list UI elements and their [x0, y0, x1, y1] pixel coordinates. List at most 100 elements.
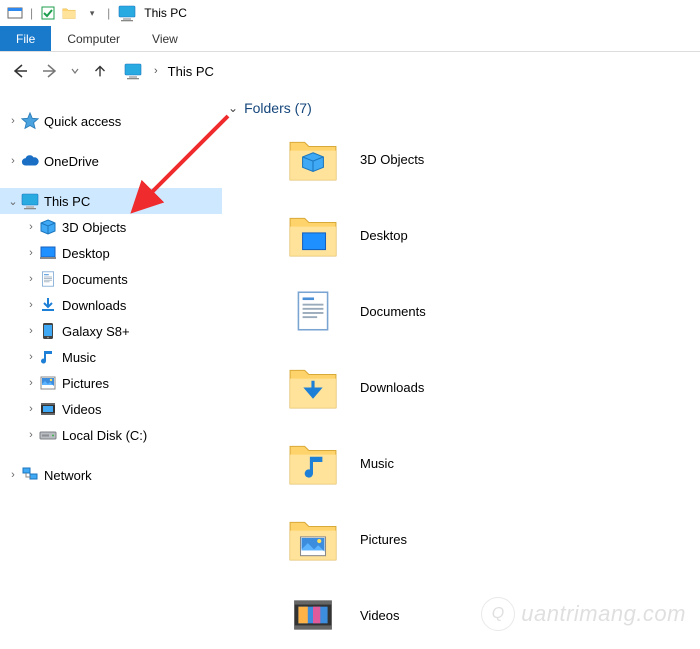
star-icon	[20, 111, 40, 131]
expand-icon[interactable]	[24, 325, 38, 337]
expand-icon[interactable]	[24, 247, 38, 259]
tree-label: Downloads	[62, 298, 126, 313]
forward-button[interactable]	[38, 59, 62, 83]
folder-label: Desktop	[360, 228, 408, 243]
folder-music[interactable]: Music	[288, 430, 700, 496]
collapse-icon[interactable]	[6, 195, 20, 208]
watermark-icon: Q	[481, 597, 515, 631]
qat-new-folder-icon[interactable]	[61, 4, 79, 22]
recent-locations-button[interactable]	[68, 59, 82, 83]
tree-item-local-disk[interactable]: Local Disk (C:)	[0, 422, 222, 448]
tree-label: Desktop	[62, 246, 110, 261]
music-icon	[38, 347, 58, 367]
folder-label: Pictures	[360, 532, 407, 547]
folder-icon-music	[288, 438, 338, 488]
watermark: Q uantrimang.com	[481, 597, 686, 631]
qat-properties-icon[interactable]	[39, 4, 57, 22]
app-icon	[6, 4, 24, 22]
expand-icon[interactable]	[24, 273, 38, 285]
folder-icon-desktop	[288, 210, 338, 260]
expand-icon[interactable]	[24, 221, 38, 233]
folder-3d-objects[interactable]: 3D Objects	[288, 126, 700, 192]
group-header-folders[interactable]: Folders (7)	[228, 100, 700, 116]
cube-icon	[38, 217, 58, 237]
documents-icon	[38, 269, 58, 289]
tree-item-quick-access[interactable]: Quick access	[0, 108, 222, 134]
breadcrumb-current[interactable]: This PC	[168, 64, 214, 79]
folder-label: 3D Objects	[360, 152, 424, 167]
folder-pictures[interactable]: Pictures	[288, 506, 700, 572]
address-monitor-icon[interactable]	[122, 62, 144, 80]
phone-icon	[38, 321, 58, 341]
folder-label: Videos	[360, 608, 400, 623]
tree-item-videos[interactable]: Videos	[0, 396, 222, 422]
group-header-label: Folders (7)	[244, 100, 312, 116]
tree-item-onedrive[interactable]: OneDrive	[0, 148, 222, 174]
tree-item-documents[interactable]: Documents	[0, 266, 222, 292]
downloads-icon	[38, 295, 58, 315]
tree-label: Documents	[62, 272, 128, 287]
expand-icon[interactable]	[6, 155, 20, 167]
tree-item-desktop[interactable]: Desktop	[0, 240, 222, 266]
folder-icon-3d-objects	[288, 134, 338, 184]
tab-computer[interactable]: Computer	[51, 26, 136, 51]
tree-label: Pictures	[62, 376, 109, 391]
folder-desktop[interactable]: Desktop	[288, 202, 700, 268]
expand-icon[interactable]	[6, 469, 20, 481]
videos-icon	[38, 399, 58, 419]
network-icon	[20, 465, 40, 485]
folder-label: Documents	[360, 304, 426, 319]
title-separator: |	[105, 6, 112, 20]
expand-icon[interactable]	[6, 115, 20, 127]
expand-icon[interactable]	[24, 377, 38, 389]
expand-icon[interactable]	[24, 351, 38, 363]
tree-label: This PC	[44, 194, 90, 209]
expand-icon[interactable]	[24, 429, 38, 441]
tree-label: Videos	[62, 402, 102, 417]
drive-icon	[38, 425, 58, 445]
folder-icon-documents	[288, 286, 338, 336]
folder-label: Music	[360, 456, 394, 471]
tab-view[interactable]: View	[136, 26, 194, 51]
folder-icon-pictures	[288, 514, 338, 564]
desktop-icon	[38, 243, 58, 263]
tree-label: Galaxy S8+	[62, 324, 130, 339]
title-bar: | ▾ | This PC	[0, 0, 700, 26]
tree-item-3d-objects[interactable]: 3D Objects	[0, 214, 222, 240]
tab-file[interactable]: File	[0, 26, 51, 51]
window-title: This PC	[140, 6, 187, 20]
pictures-icon	[38, 373, 58, 393]
tree-item-pictures[interactable]: Pictures	[0, 370, 222, 396]
window-monitor-icon	[118, 4, 136, 22]
watermark-text: uantrimang.com	[521, 601, 686, 627]
tree-label: 3D Objects	[62, 220, 126, 235]
navigation-tree: Quick access OneDrive This PC 3D Objects	[0, 90, 222, 649]
tree-label: Local Disk (C:)	[62, 428, 147, 443]
expand-icon[interactable]	[24, 403, 38, 415]
group-collapse-icon[interactable]	[228, 101, 238, 115]
tree-item-music[interactable]: Music	[0, 344, 222, 370]
folder-icon-videos	[288, 590, 338, 640]
up-button[interactable]	[88, 59, 112, 83]
tree-item-network[interactable]: Network	[0, 462, 222, 488]
navigation-bar: This PC	[0, 52, 700, 90]
folder-documents[interactable]: Documents	[288, 278, 700, 344]
tree-item-galaxy[interactable]: Galaxy S8+	[0, 318, 222, 344]
expand-icon[interactable]	[24, 299, 38, 311]
tree-item-downloads[interactable]: Downloads	[0, 292, 222, 318]
content-pane: Folders (7) 3D Objects Desktop Documents	[222, 90, 700, 649]
monitor-icon	[20, 191, 40, 211]
tree-label: Music	[62, 350, 96, 365]
folder-label: Downloads	[360, 380, 424, 395]
folder-downloads[interactable]: Downloads	[288, 354, 700, 420]
back-button[interactable]	[8, 59, 32, 83]
qat-separator: |	[28, 6, 35, 20]
breadcrumb-separator[interactable]	[150, 65, 162, 77]
tree-item-this-pc[interactable]: This PC	[0, 188, 222, 214]
ribbon-tabs: File Computer View	[0, 26, 700, 52]
cloud-icon	[20, 151, 40, 171]
tree-label: OneDrive	[44, 154, 99, 169]
qat-customize-icon[interactable]: ▾	[83, 4, 101, 22]
tree-label: Quick access	[44, 114, 121, 129]
folder-icon-downloads	[288, 362, 338, 412]
